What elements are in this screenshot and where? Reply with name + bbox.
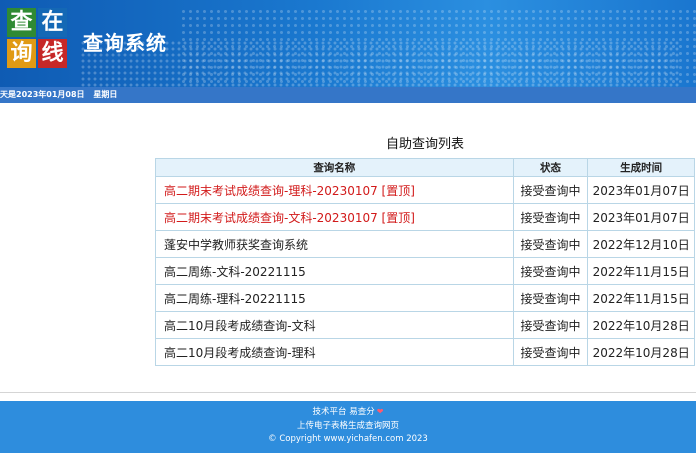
query-status: 接受查询中: [512, 284, 589, 312]
upload-link[interactable]: 上传电子表格生成查询网页: [0, 420, 696, 434]
footer: 技术平台 易查分 ❤ 上传电子表格生成查询网页 © Copyright www.y…: [0, 401, 696, 453]
date-bar: 天是2023年01月08日 星期日: [0, 87, 696, 103]
logo-char-cha: 查: [7, 8, 36, 37]
app-title: 查询系统: [83, 31, 167, 55]
query-created-time: 2022年10月28日: [587, 311, 695, 339]
query-status: 接受查询中: [512, 311, 589, 339]
table-row[interactable]: 高二期末考试成绩查询-理科-20230107 [置顶] 接受查询中 2023年01月…: [155, 176, 695, 204]
logo-char-zai: 在: [38, 8, 67, 37]
query-name-link[interactable]: 蓬安中学教师获奖查询系统: [155, 230, 514, 258]
query-status: 接受查询中: [512, 203, 589, 231]
query-created-time: 2023年01月07日: [587, 176, 695, 204]
support-link[interactable]: 技术平台 易查分: [313, 407, 375, 417]
footer-support-line: 技术平台 易查分 ❤: [0, 405, 696, 420]
query-status: 接受查询中: [512, 176, 589, 204]
logo-char-xian: 线: [38, 39, 67, 68]
column-header-time: 生成时间: [587, 158, 695, 177]
table-row[interactable]: 蓬安中学教师获奖查询系统 接受查询中 2022年12月10日: [155, 230, 695, 258]
logo-char-xun: 询: [7, 39, 36, 68]
query-created-time: 2022年11月15日: [587, 257, 695, 285]
query-name-link[interactable]: 高二10月段考成绩查询-理科: [155, 338, 514, 366]
list-title: 自助查询列表: [385, 137, 464, 152]
query-name-link[interactable]: 高二期末考试成绩查询-理科-20230107 [置顶]: [155, 176, 514, 204]
query-name-link[interactable]: 高二期末考试成绩查询-文科-20230107 [置顶]: [155, 203, 514, 231]
table-row[interactable]: 高二10月段考成绩查询-文科 接受查询中 2022年10月28日: [155, 311, 695, 339]
query-name-link[interactable]: 高二周练-文科-20221115: [155, 257, 514, 285]
heart-icon: ❤: [376, 407, 384, 416]
query-created-time: 2023年01月07日: [587, 203, 695, 231]
footer-divider: [0, 392, 696, 393]
query-created-time: 2022年12月10日: [587, 230, 695, 258]
table-row[interactable]: 高二周练-文科-20221115 接受查询中 2022年11月15日: [155, 257, 695, 285]
table-row[interactable]: 高二期末考试成绩查询-文科-20230107 [置顶] 接受查询中 2023年01月…: [155, 203, 695, 231]
table-row[interactable]: 高二10月段考成绩查询-理科 接受查询中 2022年10月28日: [155, 338, 695, 366]
query-status: 接受查询中: [512, 338, 589, 366]
banner-dot-pattern-lower: [80, 40, 680, 87]
query-created-time: 2022年11月15日: [587, 284, 695, 312]
query-status: 接受查询中: [512, 230, 589, 258]
query-name-link[interactable]: 高二10月段考成绩查询-文科: [155, 311, 514, 339]
column-header-name: 查询名称: [155, 158, 514, 177]
header-banner: 查 在 询 线 查询系统: [0, 0, 696, 87]
column-header-status: 状态: [512, 158, 589, 177]
copyright-text: © Copyright www.yichafen.com 2023: [268, 434, 428, 444]
current-date: 天是2023年01月08日: [0, 90, 85, 99]
table-header-row: 查询名称 状态 生成时间: [155, 158, 695, 177]
query-created-time: 2022年10月28日: [587, 338, 695, 366]
query-status: 接受查询中: [512, 257, 589, 285]
current-weekday: 星期日: [93, 90, 118, 99]
site-logo[interactable]: 查 在 询 线: [7, 8, 69, 70]
table-row[interactable]: 高二周练-理科-20221115 接受查询中 2022年11月15日: [155, 284, 695, 312]
query-name-link[interactable]: 高二周练-理科-20221115: [155, 284, 514, 312]
query-list-table: 查询名称 状态 生成时间 高二期末考试成绩查询-理科-20230107 [置顶]…: [155, 158, 695, 366]
